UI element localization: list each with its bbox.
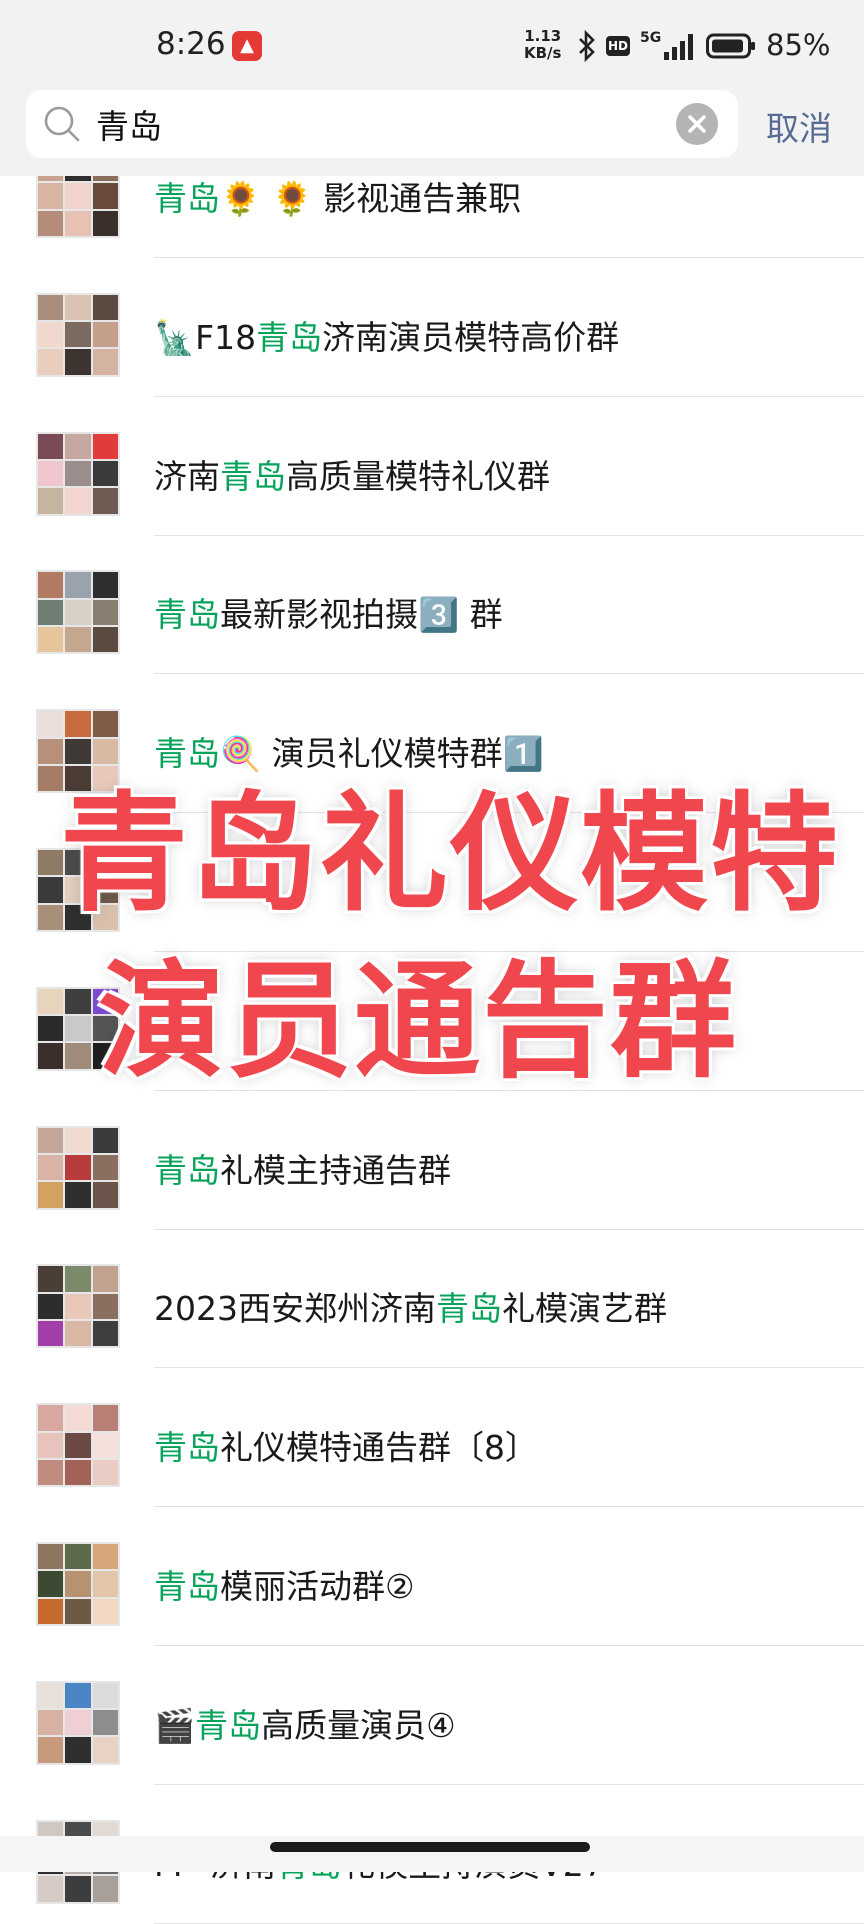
keyword-highlight: 青岛 [154,595,220,635]
search-box[interactable] [26,90,738,158]
group-name: 青岛礼仪模特通告群〔8〕 [154,1421,538,1469]
group-name: 济南青岛高质量模特礼仪群 [154,450,550,498]
group-avatar [36,1125,120,1210]
group-name-prefix: 济南 [154,456,220,496]
group-avatar [36,1403,120,1488]
battery-icon [706,33,755,59]
search-input[interactable] [96,90,656,158]
signal-icon [664,34,693,60]
group-name-suffix: 高质量演员④ [261,1705,456,1745]
search-icon [44,106,80,142]
home-indicator[interactable] [270,1842,590,1852]
group-avatar [36,570,120,655]
search-result-row[interactable]: 青岛最新影视拍摄3️⃣ 群 [0,536,864,675]
keyword-highlight: 青岛 [154,1150,220,1190]
search-result-row[interactable]: 🗽F18青岛济南演员模特高价群 [0,259,864,397]
cancel-button[interactable]: 取消 [766,102,832,150]
group-name: 青岛模丽活动群② [154,1560,415,1608]
network-type: 5G [640,30,662,46]
group-name-prefix: 🗽F18 [154,317,257,357]
search-result-row[interactable]: 济南青岛高质量模特礼仪群 [0,398,864,536]
group-name-prefix: 2023西安郑州济南 [154,1289,436,1329]
clear-search-icon[interactable] [676,103,718,145]
status-bar: 8:26 ▲ 1.13 KB/s HD 5G 85% [0,0,864,90]
group-name: 青岛礼模主持通告群 [154,1144,451,1192]
group-name: 青岛🌻 🌻 影视通告兼职 [154,172,521,220]
search-result-row[interactable]: 青岛礼仪模特通告群〔8〕 [0,1369,864,1508]
overlay-title-line2: 演员通告群 [98,948,738,1095]
keyword-highlight: 青岛 [256,317,323,357]
keyword-highlight: 青岛 [195,1705,262,1745]
group-name-suffix: 高质量模特礼仪群 [286,456,550,496]
network-speed: 1.13 KB/s [524,27,562,62]
hd-icon: HD [606,36,630,56]
keyword-highlight: 青岛 [220,456,286,496]
keyword-highlight: 青岛 [154,1428,220,1468]
group-name: 🗽F18青岛济南演员模特高价群 [154,311,619,359]
group-name-suffix: 济南演员模特高价群 [322,317,620,357]
group-name-suffix: 礼仪模特通告群〔8〕 [220,1428,538,1468]
search-result-row[interactable]: 青岛模丽活动群② [0,1508,864,1646]
app-notification-icon: ▲ [232,31,262,61]
group-name-suffix: 最新影视拍摄3️⃣ 群 [220,595,503,635]
keyword-highlight: 青岛 [154,179,220,218]
group-name-suffix: 礼模演艺群 [501,1289,667,1329]
group-name-suffix: 礼模主持通告群 [220,1150,451,1190]
row-divider [154,1922,864,1924]
group-name: 🎬青岛高质量演员④ [154,1699,456,1747]
group-name: 2023西安郑州济南青岛礼模演艺群 [154,1282,667,1330]
search-result-row[interactable]: 🎬青岛高质量演员④ [0,1647,864,1785]
group-name-prefix: 🎬 [154,1705,196,1745]
group-name-suffix: 模丽活动群② [220,1567,415,1606]
group-avatar [36,1542,120,1626]
group-avatar [36,1264,120,1349]
keyword-highlight: 青岛 [435,1289,502,1329]
search-bar: 取消 [0,90,864,176]
status-time: 8:26 [156,26,226,62]
group-name: 青岛最新影视拍摄3️⃣ 群 [154,588,503,636]
group-avatar [36,1680,120,1765]
group-avatar [36,292,120,377]
overlay-title-line1: 青岛礼仪模特 [60,780,841,929]
search-result-row[interactable]: 2023西安郑州济南青岛礼模演艺群 [0,1230,864,1369]
search-result-row[interactable]: 青岛礼模主持通告群 [0,1092,864,1230]
keyword-highlight: 青岛 [154,1567,220,1606]
group-avatar [36,431,120,516]
group-name-suffix: 🌻 🌻 影视通告兼职 [220,179,522,218]
bluetooth-icon [579,30,595,62]
battery-percent: 85% [766,28,831,62]
